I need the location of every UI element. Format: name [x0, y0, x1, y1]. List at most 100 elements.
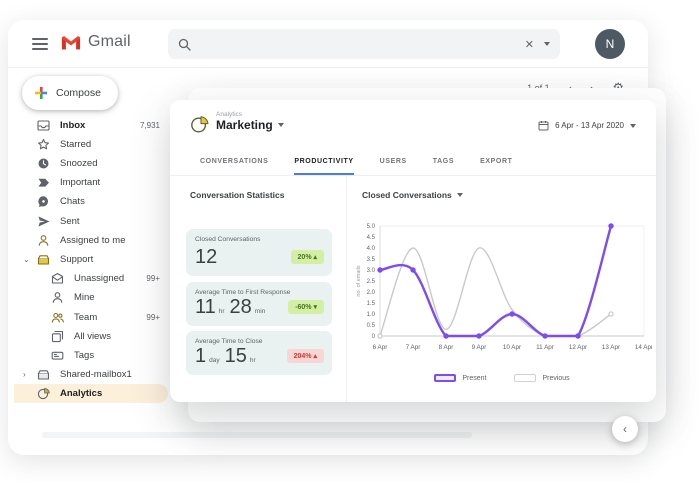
content-divider: [346, 176, 347, 402]
svg-text:0: 0: [372, 334, 376, 340]
svg-text:4.5: 4.5: [367, 235, 376, 241]
svg-text:9 Apr: 9 Apr: [472, 344, 487, 351]
person-outline-icon: [50, 291, 64, 304]
stats-heading: Conversation Statistics: [190, 190, 285, 200]
search-clear-icon[interactable]: ✕: [525, 38, 534, 51]
shared-mailbox-icon: [36, 368, 50, 381]
inbox-icon: [36, 119, 50, 132]
collapse-chevron-button[interactable]: ‹: [612, 416, 638, 442]
svg-text:1.0: 1.0: [367, 312, 376, 318]
analytics-pie-icon: [191, 116, 209, 133]
svg-text:3.5: 3.5: [367, 257, 376, 263]
tag-id-icon: [50, 349, 64, 362]
search-options-caret-icon[interactable]: [544, 42, 550, 46]
stat-card-first-response: Average Time to First Response 11 hr 28 …: [186, 282, 332, 326]
legend-item-present: Present: [434, 374, 486, 382]
svg-text:2.0: 2.0: [367, 290, 376, 296]
panel-header: Analytics Marketing 6 Apr - 13 Apr 2020: [170, 100, 656, 150]
person-icon: [36, 234, 50, 247]
clock-icon: [36, 157, 50, 170]
search-icon: [178, 38, 191, 51]
svg-text:13 Apr: 13 Apr: [602, 344, 620, 351]
stat-unit: hr: [249, 357, 256, 364]
sidebar-item-important[interactable]: Important: [14, 173, 168, 192]
date-caret-icon: [630, 123, 636, 128]
status-badge: 204% ▴: [286, 349, 324, 363]
stat-card-time-to-close: Average Time to Close 1 day 15 hr 204% ▴: [186, 331, 332, 375]
collapse-twisty-icon[interactable]: ⌄: [23, 255, 30, 264]
sidebar-item-unassigned[interactable]: Unassigned 99+: [14, 269, 168, 288]
sidebar-item-inbox[interactable]: Inbox 7,931: [14, 116, 168, 135]
sidebar-item-sent[interactable]: Sent: [14, 212, 168, 231]
chart-legend: Present Previous: [352, 374, 652, 382]
sidebar-item-all-views[interactable]: All views: [14, 327, 168, 346]
stat-value: 15: [224, 345, 247, 367]
sidebar-item-team[interactable]: Team 99+: [14, 308, 168, 327]
star-icon: [36, 138, 50, 151]
tab-users[interactable]: USERS: [380, 150, 407, 175]
chart-svg: 0 0.5 1.0 1.5 2.0 2.5 3.0 3.5 4.0 4.5 5.0 6 Apr 7 Ap…: [356, 223, 653, 351]
svg-text:4.0: 4.0: [367, 246, 376, 252]
status-badge: -60% ▾: [288, 300, 324, 314]
send-icon: [36, 215, 50, 228]
search-input[interactable]: [199, 38, 525, 50]
svg-text:no. of emails: no. of emails: [356, 265, 362, 296]
tab-productivity[interactable]: PRODUCTIVITY: [294, 150, 354, 175]
sidebar-item-mine[interactable]: Mine: [14, 288, 168, 307]
svg-text:7 Apr: 7 Apr: [406, 344, 421, 351]
svg-text:8 Apr: 8 Apr: [439, 344, 454, 351]
gmail-wordmark: Gmail: [88, 33, 131, 50]
sidebar-item-chats[interactable]: Chats: [14, 192, 168, 211]
sidebar-item-analytics[interactable]: Analytics: [14, 384, 168, 403]
stat-unit: day: [209, 357, 220, 364]
avatar[interactable]: N: [595, 29, 625, 59]
stat-unit: min: [254, 308, 266, 315]
stat-value: 12: [195, 246, 218, 268]
search-bar[interactable]: ✕: [168, 29, 560, 59]
sidebar-item-shared-mailbox1[interactable]: › Shared-mailbox1: [14, 365, 168, 384]
compose-label: Compose: [56, 87, 101, 99]
chart-title-dropdown[interactable]: Closed Conversations: [362, 190, 463, 200]
sidebar-item-starred[interactable]: Starred: [14, 135, 168, 154]
chart-caret-icon: [456, 193, 463, 197]
sidebar-item-snoozed[interactable]: Snoozed: [14, 154, 168, 173]
svg-text:6 Apr: 6 Apr: [373, 344, 388, 351]
tab-export[interactable]: EXPORT: [480, 150, 512, 175]
date-range-selector[interactable]: 6 Apr - 13 Apr 2020: [538, 120, 636, 131]
chart-area: 0 0.5 1.0 1.5 2.0 2.5 3.0 3.5 4.0 4.5 5.0 6 Apr 7 Ap…: [352, 202, 653, 362]
expand-twisty-icon[interactable]: ›: [23, 370, 26, 379]
sidebar-item-support[interactable]: ⌄ Support: [14, 250, 168, 269]
stat-label: Average Time to Close: [195, 338, 263, 345]
tab-tags[interactable]: TAGS: [433, 150, 454, 175]
svg-text:12 Apr: 12 Apr: [569, 344, 587, 351]
panel-view-selector[interactable]: Marketing: [216, 118, 284, 132]
panel-tabs: CONVERSATIONS PRODUCTIVITY USERS TAGS EX…: [170, 150, 656, 176]
compose-button[interactable]: Compose: [22, 76, 118, 110]
envelope-open-icon: [50, 272, 64, 285]
people-icon: [50, 311, 64, 324]
pie-chart-icon: [36, 387, 50, 400]
scroll-hint-bar: [42, 432, 472, 438]
important-marker-icon: [36, 176, 50, 189]
sidebar-item-tags[interactable]: Tags: [14, 346, 168, 365]
svg-text:2.5: 2.5: [367, 279, 376, 285]
legend-item-previous: Previous: [514, 374, 570, 382]
tab-conversations[interactable]: CONVERSATIONS: [200, 150, 268, 175]
gmail-m-icon: [61, 35, 81, 49]
date-range-text: 6 Apr - 13 Apr 2020: [555, 121, 624, 130]
view-caret-icon: [277, 123, 284, 127]
stat-card-closed-conversations: Closed Conversations 12 20% ▴: [186, 229, 332, 276]
stat-unit: hr: [218, 308, 225, 315]
status-badge: 20% ▴: [290, 250, 324, 264]
stat-label: Average Time to First Response: [195, 289, 291, 296]
stat-value: 11: [195, 296, 216, 318]
sidebar-item-assigned-to-me[interactable]: Assigned to me: [14, 231, 168, 250]
svg-text:5.0: 5.0: [367, 224, 376, 230]
gmail-topbar: Gmail ✕ N: [8, 20, 648, 68]
hamburger-menu-icon[interactable]: [32, 38, 48, 50]
svg-text:3.0: 3.0: [367, 268, 376, 274]
svg-text:14 Apr: 14 Apr: [635, 344, 652, 351]
compose-plus-icon: [35, 87, 47, 99]
panel-app-label: Analytics: [216, 111, 243, 118]
calendar-icon: [538, 121, 549, 131]
